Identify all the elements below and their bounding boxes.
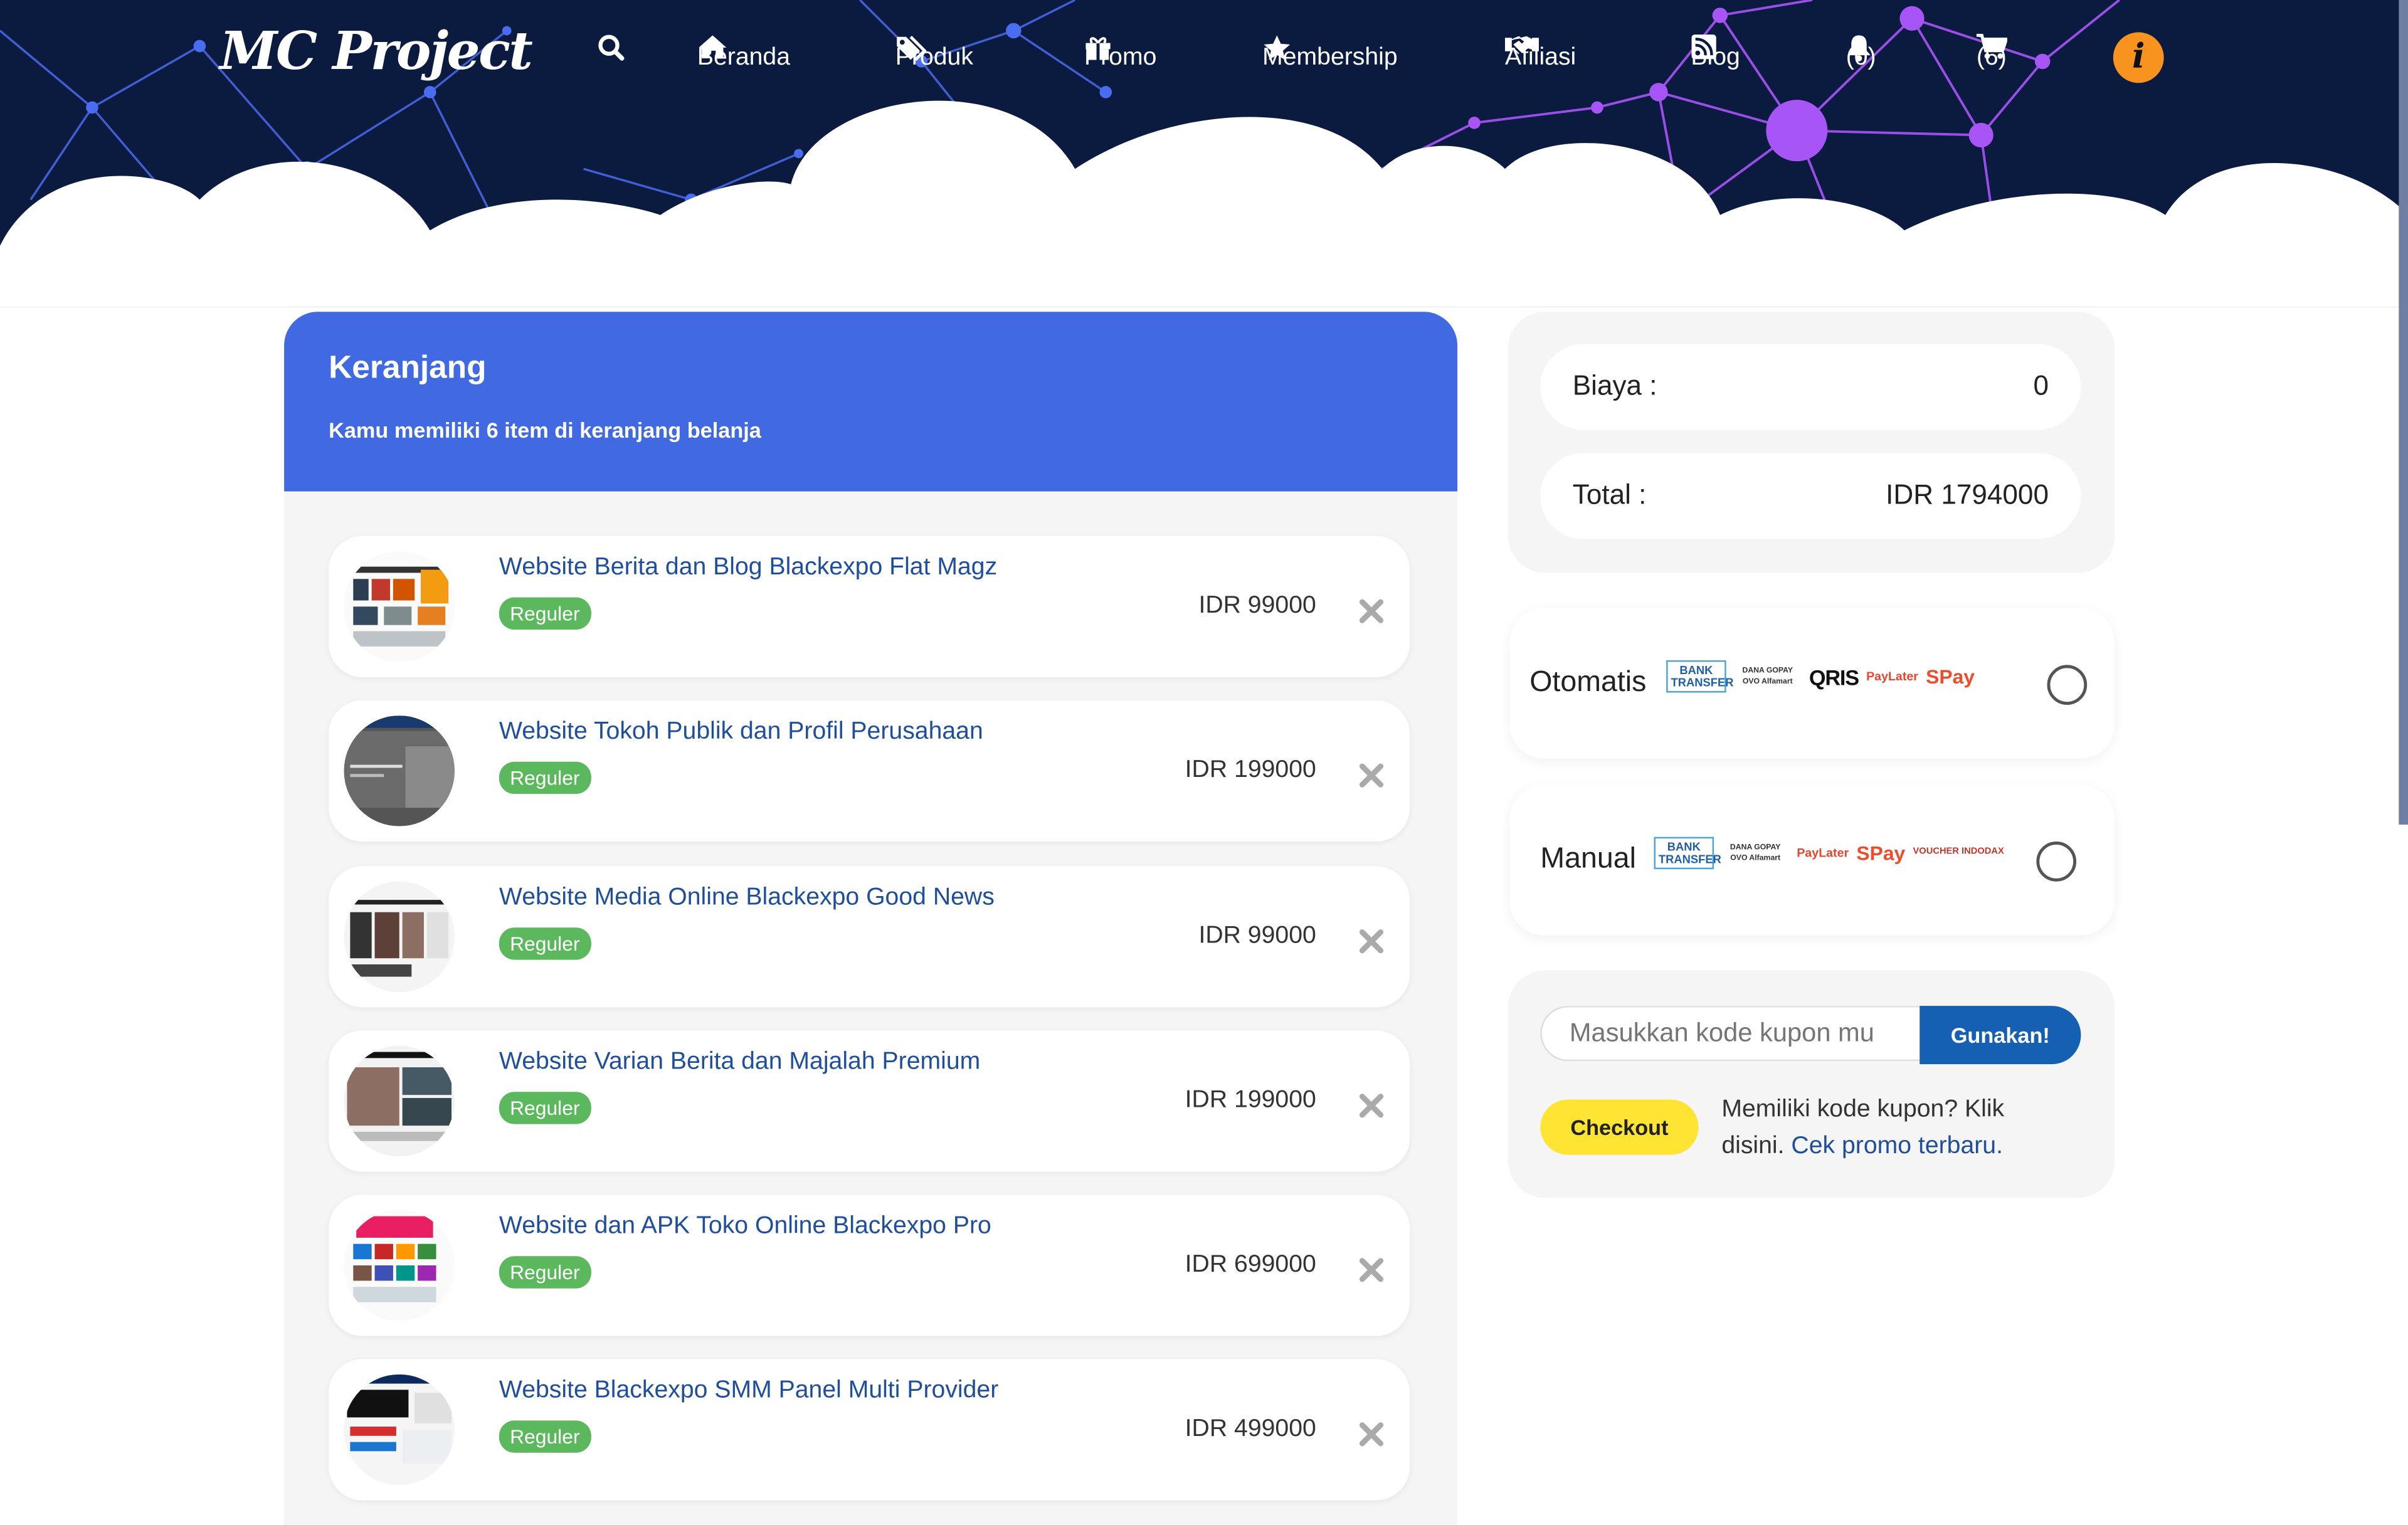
bank-transfer-logo: BANK TRANSFER <box>1654 836 1721 870</box>
product-badge: Reguler <box>499 927 591 960</box>
site-logo[interactable]: MC Project <box>219 21 533 83</box>
payment-option-otomatis[interactable]: Otomatis BANK TRANSFER DANA GOPAY OVO Al… <box>1509 608 2115 759</box>
page-scrollbar[interactable] <box>2399 0 2408 825</box>
spay-logo: SPay <box>1856 842 1906 865</box>
product-name[interactable]: Website Blackexpo SMM Panel Multi Provid… <box>499 1378 998 1405</box>
notifications-button[interactable]: (0) <box>1846 34 1876 83</box>
bell-icon <box>1847 35 1871 61</box>
cart-item: Website Blackexpo SMM Panel Multi Provid… <box>329 1359 1410 1501</box>
tags-icon <box>897 36 927 61</box>
product-badge: Reguler <box>499 597 591 630</box>
apply-coupon-button[interactable]: Gunakan! <box>1920 1006 2081 1065</box>
checkout-button[interactable]: Checkout <box>1540 1099 1699 1155</box>
handshake-icon <box>1505 36 1539 55</box>
cart-header: Keranjang Kamu memiliki 6 item di keranj… <box>284 312 1458 492</box>
cost-summary: Biaya : 0 Total : IDR 1794000 <box>1508 312 2115 573</box>
remove-item-icon[interactable] <box>1358 927 1385 955</box>
product-thumbnail[interactable] <box>344 715 455 826</box>
product-price: IDR 99000 <box>1198 593 1316 619</box>
nav-membership[interactable]: Membership <box>1262 34 1398 83</box>
fee-label: Biaya : <box>1572 370 1657 401</box>
product-price: IDR 199000 <box>1185 1087 1316 1114</box>
product-price: IDR 199000 <box>1185 757 1316 783</box>
product-name[interactable]: Website Varian Berita dan Majalah Premiu… <box>499 1049 980 1077</box>
cart-item: Website Tokoh Publik dan Profil Perusaha… <box>329 700 1410 842</box>
product-name[interactable]: Website dan APK Toko Online Blackexpo Pr… <box>499 1213 991 1241</box>
ewallet-logo: DANA GOPAY OVO Alfamart <box>1742 667 1793 686</box>
product-name[interactable]: Website Berita dan Blog Blackexpo Flat M… <box>499 554 997 582</box>
qris-logo: QRIS <box>1809 664 1859 689</box>
payment-option-manual[interactable]: Manual BANK TRANSFER DANA GOPAY OVO Alfa… <box>1509 784 2115 936</box>
cart-item: Website Varian Berita dan Majalah Premiu… <box>329 1030 1410 1172</box>
ewallet-logo: DANA GOPAY OVO Alfamart <box>1729 843 1781 863</box>
total-value: IDR 1794000 <box>1886 479 2049 510</box>
remove-item-icon[interactable] <box>1358 1092 1385 1119</box>
cart-item: Website dan APK Toko Online Blackexpo Pr… <box>329 1195 1410 1336</box>
payment-label: Otomatis <box>1529 666 1647 699</box>
payment-label: Manual <box>1540 843 1636 875</box>
coupon-note: Memiliki kode kupon? Klik disini. Cek pr… <box>1721 1092 2067 1166</box>
product-name[interactable]: Website Media Online Blackexpo Good News <box>499 885 995 912</box>
product-thumbnail[interactable] <box>344 1045 455 1157</box>
coupon-input[interactable] <box>1540 1006 1920 1062</box>
gift-icon <box>1085 37 1111 60</box>
star-icon <box>1264 35 1291 60</box>
home-icon <box>699 35 727 59</box>
promo-link[interactable]: Cek promo terbaru. <box>1791 1133 2003 1159</box>
voucher-logo: VOUCHER INDODAX <box>1913 847 2004 857</box>
search-icon <box>598 34 625 61</box>
cart-subtitle: Kamu memiliki 6 item di keranjang belanj… <box>329 418 761 443</box>
product-thumbnail[interactable] <box>344 1210 455 1321</box>
product-thumbnail[interactable] <box>344 1374 455 1485</box>
cart-title: Keranjang <box>329 350 487 386</box>
remove-item-icon[interactable] <box>1358 762 1385 789</box>
product-thumbnail[interactable] <box>344 551 455 662</box>
fee-value: 0 <box>2033 370 2049 401</box>
paylater-logo: PayLater <box>1866 668 1918 683</box>
product-badge: Reguler <box>499 1256 591 1289</box>
nav-beranda[interactable]: Beranda <box>697 34 790 83</box>
radio-otomatis[interactable] <box>2047 665 2088 705</box>
product-thumbnail[interactable] <box>344 881 455 993</box>
cart-button[interactable]: (6) <box>1976 33 2007 83</box>
remove-item-icon[interactable] <box>1358 1420 1385 1448</box>
nav-produk[interactable]: Produk <box>895 34 973 83</box>
product-price: IDR 699000 <box>1185 1251 1316 1278</box>
fee-row: Biaya : 0 <box>1540 344 2081 430</box>
cart-item: Website Berita dan Blog Blackexpo Flat M… <box>329 536 1410 678</box>
spay-logo: SPay <box>1926 665 1975 689</box>
info-button[interactable]: i <box>2113 32 2164 83</box>
remove-item-icon[interactable] <box>1358 598 1385 625</box>
cart-panel: Keranjang Kamu memiliki 6 item di keranj… <box>284 312 1458 1525</box>
nav-blog[interactable]: Blog <box>1691 34 1740 83</box>
remove-item-icon[interactable] <box>1358 1256 1385 1284</box>
payment-logos: BANK TRANSFER DANA GOPAY OVO Alfamart Pa… <box>1654 836 2004 870</box>
product-badge: Reguler <box>499 761 591 794</box>
header: MC Project Beranda Produk Promo Membersh… <box>0 0 2408 307</box>
radio-manual[interactable] <box>2036 842 2077 882</box>
rss-icon <box>1691 34 1716 60</box>
payment-logos: BANK TRANSFER DANA GOPAY OVO Alfamart QR… <box>1666 660 1975 693</box>
product-badge: Reguler <box>499 1092 591 1124</box>
product-name[interactable]: Website Tokoh Publik dan Profil Perusaha… <box>499 719 983 746</box>
cart-item: Website Media Online Blackexpo Good News… <box>329 866 1410 1008</box>
product-price: IDR 99000 <box>1198 922 1316 949</box>
total-row: Total : IDR 1794000 <box>1540 453 2081 539</box>
product-badge: Reguler <box>499 1420 591 1453</box>
total-label: Total : <box>1572 479 1647 510</box>
product-price: IDR 499000 <box>1185 1415 1316 1442</box>
nav-promo[interactable]: Promo <box>1084 34 1156 83</box>
nav-afiliasi[interactable]: Afiliasi <box>1505 34 1576 83</box>
cart-icon <box>1976 33 2007 59</box>
paylater-logo: PayLater <box>1797 845 1849 860</box>
bank-transfer-logo: BANK TRANSFER <box>1666 660 1734 693</box>
coupon-panel: Gunakan! Checkout Memiliki kode kupon? K… <box>1508 970 2115 1198</box>
